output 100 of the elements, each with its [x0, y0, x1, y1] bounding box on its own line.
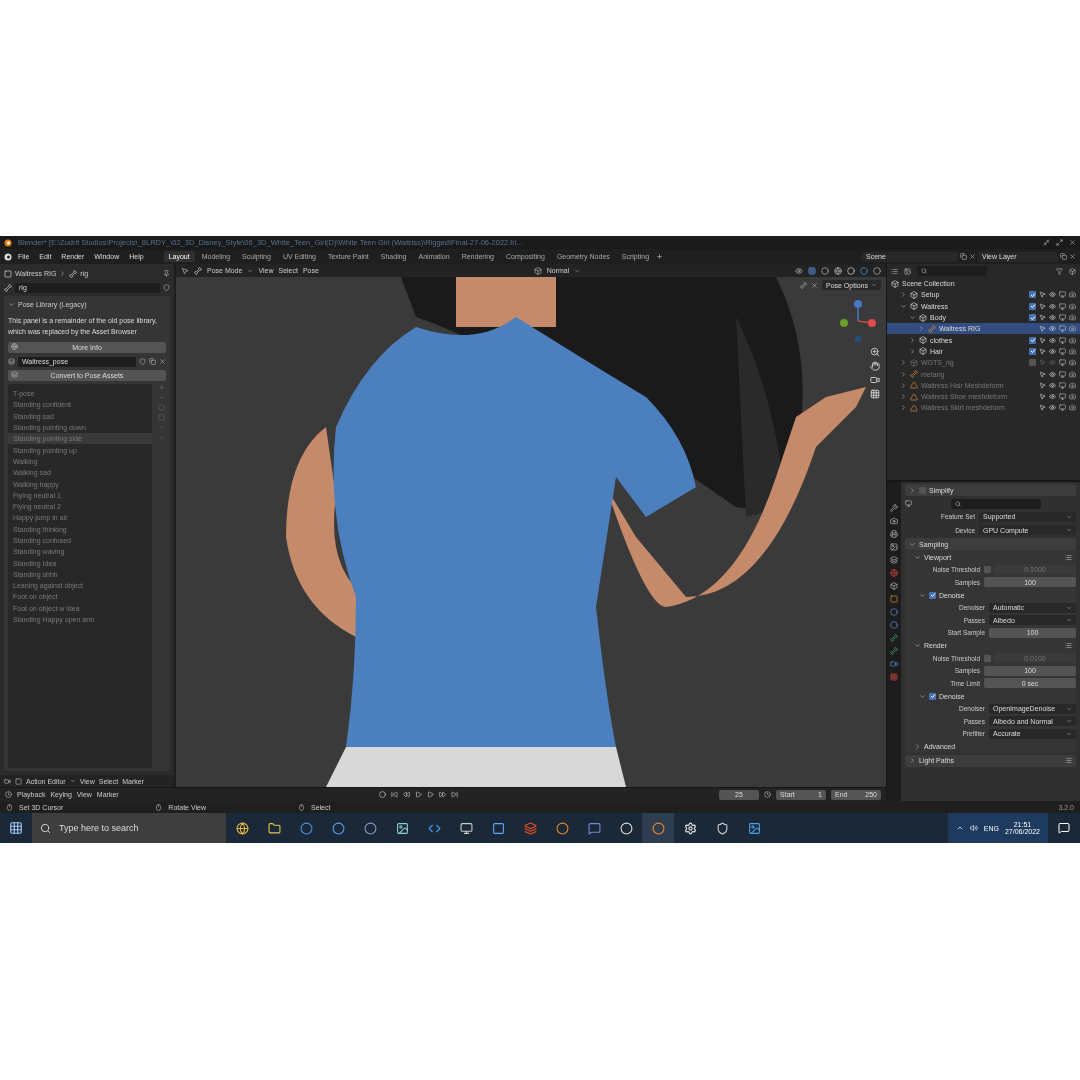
close-icon[interactable]	[969, 253, 976, 260]
zoom-icon[interactable]	[870, 347, 880, 357]
next-keyframe-icon[interactable]	[439, 791, 447, 798]
shield-icon[interactable]	[163, 284, 170, 291]
previous-keyframe-icon[interactable]	[403, 791, 411, 798]
collection-icon	[891, 279, 899, 288]
bone-icon[interactable]	[890, 634, 898, 642]
filter-icon[interactable]	[1056, 267, 1063, 275]
armature-icon	[910, 370, 918, 378]
camera-icon[interactable]	[1069, 336, 1076, 344]
camera-icon[interactable]	[1069, 325, 1076, 333]
dropdown-caret-icon	[871, 282, 877, 288]
copy-icon[interactable]	[960, 253, 967, 260]
camera-icon[interactable]	[1069, 291, 1076, 299]
search-field[interactable]	[950, 498, 1041, 509]
camera-icon[interactable]	[890, 517, 898, 525]
play-reverse-icon[interactable]	[415, 791, 423, 798]
exclude-checkbox[interactable]	[1029, 347, 1036, 355]
display-mode-icon[interactable]	[904, 267, 911, 275]
exclude-checkbox[interactable]	[1029, 336, 1036, 344]
printer-icon[interactable]	[890, 530, 898, 538]
shield-icon[interactable]	[139, 358, 146, 365]
circle-icon[interactable]	[890, 608, 898, 616]
expand-caret-icon[interactable]	[914, 642, 921, 649]
speaker-icon[interactable]	[969, 824, 978, 832]
threshold-checkbox[interactable]	[984, 654, 991, 662]
monitor-icon[interactable]	[1059, 302, 1066, 310]
circle-icon[interactable]	[890, 621, 898, 629]
eye-icon[interactable]	[1049, 347, 1056, 355]
globe-icon[interactable]	[890, 569, 898, 577]
camera-view-icon[interactable]	[870, 375, 880, 385]
mouse-icon	[155, 803, 163, 811]
camera-icon[interactable]	[1069, 347, 1076, 355]
bone-icon[interactable]	[890, 647, 898, 655]
search-icon	[954, 500, 961, 507]
play-icon[interactable]	[427, 791, 435, 798]
globe-icon	[11, 343, 18, 350]
camera-icon[interactable]	[1069, 302, 1076, 310]
square-icon[interactable]	[890, 595, 898, 603]
wrench-icon[interactable]	[890, 504, 898, 512]
expand-caret-icon[interactable]	[8, 301, 15, 308]
add-icon[interactable]	[656, 253, 664, 260]
dropdown-caret-icon	[69, 778, 76, 784]
monitor-icon[interactable]	[1059, 336, 1066, 344]
visibility-icon[interactable]	[795, 266, 803, 275]
clock-icon	[764, 791, 771, 798]
gizmo-icon[interactable]	[808, 266, 816, 275]
rendered-shading-icon[interactable]	[873, 266, 881, 275]
camera-icon[interactable]	[1069, 314, 1076, 322]
search-field[interactable]	[917, 266, 987, 276]
threshold-checkbox[interactable]	[984, 566, 991, 574]
editor-type-icon[interactable]	[905, 500, 912, 507]
panel-checkbox[interactable]	[929, 692, 936, 700]
monitor-icon[interactable]	[1059, 325, 1066, 333]
transform-icon[interactable]	[181, 266, 189, 275]
editor-type-icon[interactable]	[891, 267, 898, 275]
hand-icon[interactable]	[870, 361, 880, 371]
exclude-checkbox[interactable]	[1029, 302, 1036, 310]
jump-end-icon[interactable]	[451, 791, 459, 798]
pin-icon[interactable]	[163, 270, 170, 277]
monitor-icon[interactable]	[1059, 314, 1066, 322]
presets-icon[interactable]	[1065, 642, 1072, 649]
close-icon[interactable]	[159, 358, 166, 365]
exclude-checkbox[interactable]	[1029, 314, 1036, 322]
collection-icon	[919, 347, 927, 356]
minimize-icon[interactable]	[1043, 239, 1050, 246]
material-shading-icon[interactable]	[860, 266, 868, 275]
monitor-icon[interactable]	[1059, 291, 1066, 299]
eye-icon[interactable]	[1049, 314, 1056, 322]
exclude-checkbox[interactable]	[1029, 291, 1036, 299]
record-icon[interactable]	[379, 791, 387, 798]
presets-icon[interactable]	[1065, 757, 1072, 764]
close-icon[interactable]	[1069, 253, 1076, 260]
copy-icon[interactable]	[149, 358, 156, 365]
expand-caret-icon[interactable]	[909, 486, 916, 494]
editor-type-icon[interactable]	[4, 777, 11, 785]
presets-icon[interactable]	[1065, 553, 1072, 561]
jump-start-icon[interactable]	[391, 791, 399, 798]
layers-icon[interactable]	[890, 556, 898, 564]
new-collection-icon[interactable]	[1069, 267, 1076, 275]
wireframe-shading-icon[interactable]	[834, 266, 842, 275]
tray-overflow-icon[interactable]	[955, 824, 964, 832]
video-icon[interactable]	[890, 660, 898, 668]
maximize-icon[interactable]	[1056, 239, 1063, 246]
breadcrumb-separator-icon	[59, 270, 67, 277]
monitor-icon[interactable]	[1059, 347, 1066, 355]
copy-icon[interactable]	[1060, 253, 1067, 260]
box-icon[interactable]	[890, 582, 898, 590]
image-icon[interactable]	[890, 543, 898, 551]
overlay-icon[interactable]	[821, 266, 829, 275]
solid-shading-icon[interactable]	[847, 266, 855, 275]
close-icon[interactable]	[810, 281, 818, 289]
editor-type-icon[interactable]	[5, 791, 12, 798]
collection-icon	[919, 313, 927, 322]
axis-gizmo-drawing[interactable]	[838, 299, 878, 343]
close-icon[interactable]	[1069, 239, 1076, 246]
panel-checkbox[interactable]	[929, 591, 936, 599]
taskbar-search-field[interactable]: Type here to search	[32, 813, 226, 843]
bone-icon	[799, 281, 807, 289]
orientation-icon	[533, 266, 542, 275]
